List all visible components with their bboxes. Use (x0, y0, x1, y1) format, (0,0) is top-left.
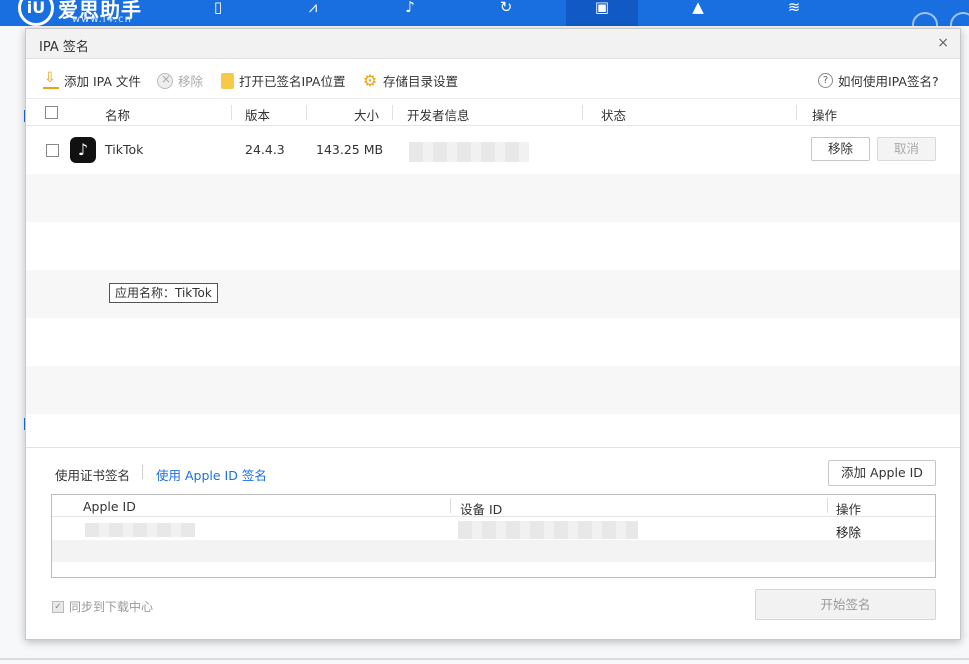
tab-apple-id-sign[interactable]: 使用 Apple ID 签名 (156, 465, 267, 484)
remove-button[interactable]: 移除 (157, 71, 203, 90)
table-row[interactable]: ♪ TikTok 24.4.3 143.25 MB 移除 取消 (26, 126, 960, 174)
remove-label: 移除 (178, 74, 204, 89)
add-apple-id-button[interactable]: 添加 Apple ID (828, 460, 936, 486)
header-name: 名称 (105, 108, 131, 123)
app-header-bar: iU 爱思助手 www.i4.cn ▯ ⩘ ♪ ↻ ▣ ▲ ≋ (0, 0, 969, 38)
open-signed-label: 打开已签名IPA位置 (239, 74, 346, 89)
help-label: 如何使用IPA签名? (838, 74, 939, 89)
folder-icon (221, 72, 234, 89)
gear-icon: ⚙ (362, 70, 378, 90)
header-size: 大小 (354, 108, 380, 123)
ipa-sign-dialog: IPA 签名 × 添加 IPA 文件 移除 打开已签名IPA位置 ⚙ 存储目录设… (25, 28, 961, 640)
header-status: 状态 (601, 108, 627, 123)
empty-row (26, 174, 960, 222)
storage-settings-label: 存储目录设置 (383, 74, 459, 89)
row-checkbox[interactable] (46, 144, 59, 157)
tab-cert-sign[interactable]: 使用证书签名 (55, 465, 130, 484)
refresh-icon[interactable]: ↻ (496, 0, 516, 15)
remove-icon (157, 72, 173, 89)
header-divider (450, 498, 451, 513)
close-icon[interactable]: × (937, 35, 949, 51)
logo-url: www.i4.cn (72, 14, 132, 25)
device-id-redacted (458, 521, 638, 539)
apple-id-remove-link[interactable]: 移除 (836, 522, 861, 541)
toolbox-icon: ▣ (594, 0, 610, 16)
row-cancel-button[interactable]: 取消 (877, 137, 936, 161)
signing-panel: 使用证书签名 使用 Apple ID 签名 添加 Apple ID Apple … (26, 447, 960, 639)
app-store-icon[interactable]: ⩘ (303, 0, 323, 15)
dialog-title-bar: IPA 签名 × (26, 29, 960, 59)
app-name-tooltip: 应用名称：TikTok (109, 283, 218, 303)
flash-icon[interactable]: ≋ (784, 0, 804, 15)
add-file-icon (43, 70, 59, 89)
tutorial-icon[interactable]: ▲ (688, 0, 708, 15)
nav-active-tab[interactable]: ▣ (566, 0, 638, 26)
table-row[interactable]: 移除 (52, 518, 935, 540)
header-device-id: 设备 ID (460, 502, 503, 517)
sync-label: 同步到下载中心 (69, 600, 154, 614)
help-link[interactable]: ? 如何使用IPA签名? (818, 71, 939, 90)
sync-download-option[interactable]: ✓ 同步到下载中心 (52, 598, 153, 615)
dialog-title: IPA 签名 (39, 40, 89, 55)
open-signed-location-button[interactable]: 打开已签名IPA位置 (221, 71, 345, 90)
sync-checkbox[interactable]: ✓ (52, 600, 64, 613)
developer-info-redacted (409, 142, 529, 162)
apple-id-table: Apple ID 设备 ID 操作 移除 (51, 494, 936, 578)
header-divider (796, 105, 797, 120)
select-all-checkbox[interactable] (45, 106, 58, 119)
app-size: 143.25 MB (316, 142, 384, 157)
add-ipa-label: 添加 IPA 文件 (64, 74, 141, 89)
header-divider (392, 105, 393, 120)
toolbar: 添加 IPA 文件 移除 打开已签名IPA位置 ⚙ 存储目录设置 ? 如何使用I… (26, 59, 960, 99)
header-action: 操作 (812, 108, 838, 123)
apple-id-table-header: Apple ID 设备 ID 操作 (52, 495, 935, 517)
app-version: 24.4.3 (245, 142, 285, 157)
empty-row (52, 540, 935, 562)
ipa-table-header: 名称 版本 大小 开发者信息 状态 操作 (26, 99, 960, 126)
row-remove-button[interactable]: 移除 (811, 137, 870, 161)
start-sign-button[interactable]: 开始签名 (755, 589, 936, 620)
app-name: TikTok (105, 142, 144, 157)
empty-row (26, 366, 960, 414)
empty-row (26, 222, 960, 270)
storage-settings-button[interactable]: ⚙ 存储目录设置 (362, 71, 458, 90)
apple-id-redacted (85, 523, 195, 537)
tiktok-icon: ♪ (70, 137, 96, 163)
header-divider (582, 105, 583, 120)
header-divider (231, 105, 232, 120)
logo-icon: iU (18, 0, 54, 26)
header-divider (827, 498, 828, 513)
empty-row (26, 318, 960, 366)
help-icon: ? (818, 73, 833, 88)
add-ipa-button[interactable]: 添加 IPA 文件 (43, 70, 141, 90)
app-bottom-divider (0, 658, 969, 660)
header-divider (306, 105, 307, 120)
header-apple-id: Apple ID (83, 499, 136, 514)
tab-divider (142, 465, 143, 479)
header-version: 版本 (245, 108, 271, 123)
ipa-table-body: ♪ TikTok 24.4.3 143.25 MB 移除 取消 应用名称：Tik… (26, 126, 960, 414)
music-icon[interactable]: ♪ (400, 0, 420, 15)
header-id-action: 操作 (836, 502, 862, 517)
header-developer: 开发者信息 (407, 108, 470, 123)
device-icon[interactable]: ▯ (208, 0, 228, 15)
